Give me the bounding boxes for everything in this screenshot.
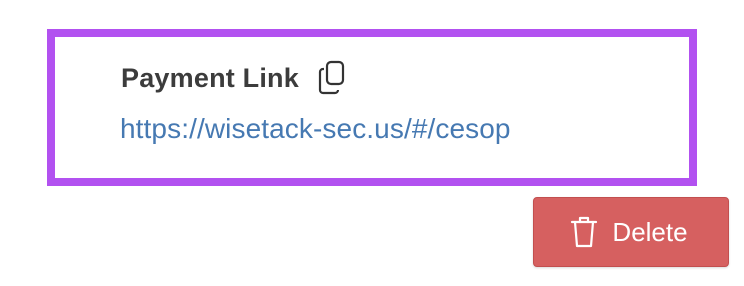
trash-icon (570, 215, 598, 249)
payment-link-header: Payment Link (121, 58, 353, 98)
copy-icon[interactable] (313, 58, 353, 98)
highlight-frame (47, 29, 697, 186)
payment-link-url[interactable]: https://wisetack-sec.us/#/cesop (120, 111, 511, 147)
payment-link-label: Payment Link (121, 63, 299, 93)
delete-button[interactable]: Delete (533, 197, 729, 267)
delete-label: Delete (612, 217, 688, 247)
